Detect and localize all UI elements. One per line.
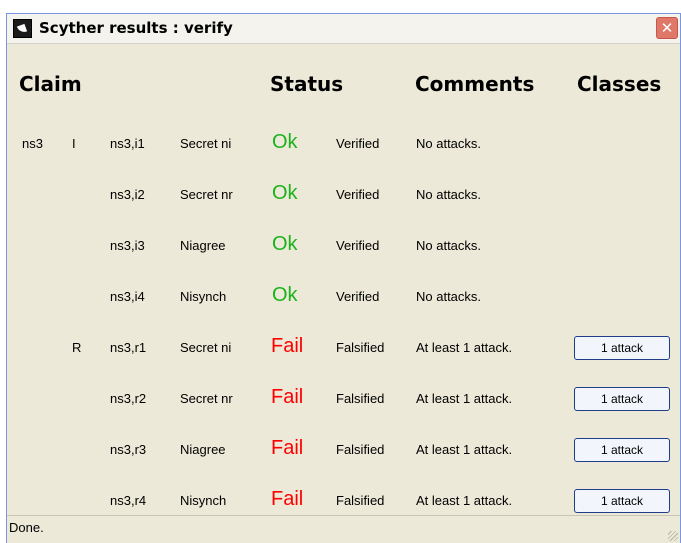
attack-button[interactable]: 1 attack	[574, 336, 670, 360]
row-verdict: Falsified	[336, 493, 385, 508]
row-claim-type: Secret nr	[180, 187, 233, 202]
row-protocol: ns3	[22, 136, 43, 151]
row-claim-id: ns3,i3	[110, 238, 145, 253]
row-role: R	[72, 340, 82, 355]
row-comment: At least 1 attack.	[416, 442, 513, 457]
resize-grip-icon[interactable]	[668, 531, 678, 541]
row-claim-type: Secret nr	[180, 391, 233, 406]
row-status: Ok	[272, 131, 298, 153]
row-claim-type: Niagree	[180, 442, 226, 457]
status-text: Done.	[9, 520, 44, 535]
row-status: Fail	[271, 488, 304, 510]
results-window: Scyther results : verify ✕ Claim Status …	[6, 13, 681, 543]
row-verdict: Falsified	[336, 391, 385, 406]
row-claim-type: Nisynch	[180, 289, 227, 304]
attack-button[interactable]: 1 attack	[574, 387, 670, 411]
row-claim-id: ns3,i2	[110, 187, 145, 202]
row-status: Fail	[271, 386, 304, 408]
row-verdict: Falsified	[336, 442, 385, 457]
row-claim-id: ns3,r2	[110, 391, 147, 406]
close-icon: ✕	[660, 18, 674, 37]
row-comment: No attacks.	[416, 289, 482, 304]
row-comment: No attacks.	[416, 238, 482, 253]
row-claim-id: ns3,r1	[110, 340, 147, 355]
row-verdict: Verified	[336, 187, 380, 202]
window-title: Scyther results : verify	[39, 19, 233, 37]
attack-button[interactable]: 1 attack	[574, 438, 670, 462]
scyther-app-icon	[13, 19, 32, 38]
row-comment: At least 1 attack.	[416, 340, 513, 355]
row-status: Ok	[272, 233, 298, 255]
row-comment: At least 1 attack.	[416, 391, 513, 406]
close-button[interactable]: ✕	[656, 17, 678, 39]
row-role: I	[72, 136, 76, 151]
row-comment: No attacks.	[416, 187, 482, 202]
row-claim-id: ns3,i1	[110, 136, 145, 151]
row-claim-type: Niagree	[180, 238, 226, 253]
header-classes: Classes	[577, 72, 662, 96]
header-status: Status	[270, 72, 344, 96]
row-status: Ok	[272, 182, 298, 204]
row-status: Fail	[271, 437, 304, 459]
row-comment: At least 1 attack.	[416, 493, 513, 508]
header-claim: Claim	[19, 72, 82, 96]
row-status: Ok	[272, 284, 298, 306]
attack-button[interactable]: 1 attack	[574, 489, 670, 513]
row-comment: No attacks.	[416, 136, 482, 151]
row-claim-type: Nisynch	[180, 493, 227, 508]
row-status: Fail	[271, 335, 304, 357]
row-claim-id: ns3,r4	[110, 493, 147, 508]
status-bar: Done.	[7, 515, 680, 543]
results-grid: Claim Status Comments Classes ns3 Ins3,i1…	[7, 44, 680, 515]
row-claim-type: Secret ni	[180, 136, 232, 151]
row-claim-id: ns3,r3	[110, 442, 147, 457]
row-verdict: Verified	[336, 136, 380, 151]
header-comments: Comments	[415, 72, 535, 96]
row-verdict: Falsified	[336, 340, 385, 355]
row-claim-id: ns3,i4	[110, 289, 145, 304]
row-verdict: Verified	[336, 289, 380, 304]
title-bar[interactable]: Scyther results : verify ✕	[7, 14, 680, 44]
row-verdict: Verified	[336, 238, 380, 253]
row-claim-type: Secret ni	[180, 340, 232, 355]
